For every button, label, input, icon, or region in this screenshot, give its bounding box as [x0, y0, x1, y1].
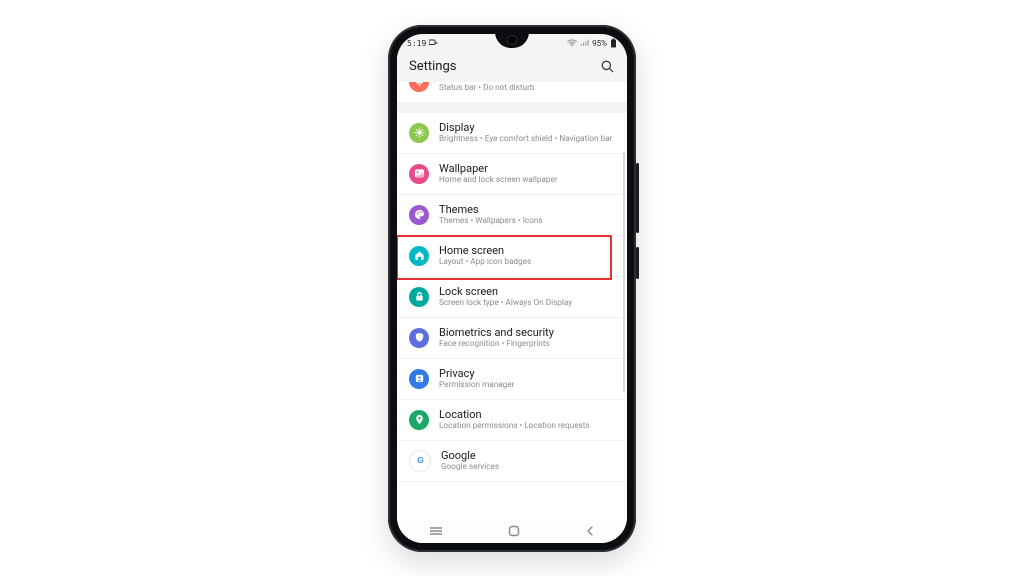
row-subtitle: Brightness • Eye comfort shield • Naviga… — [439, 135, 612, 145]
status-time: 5:19 — [407, 39, 426, 48]
canvas: 5:19 95% — [0, 0, 1024, 576]
settings-row-google[interactable]: GoogleGoogle services — [397, 441, 627, 482]
row-subtitle: Home and lock screen wallpaper — [439, 176, 558, 186]
tab-indicator-icon — [429, 39, 438, 49]
settings-row-privacy[interactable]: PrivacyPermission manager — [397, 359, 627, 400]
wallpaper-icon — [409, 164, 429, 184]
row-title: Wallpaper — [439, 162, 558, 175]
battery-icon — [610, 38, 617, 50]
nav-recent-button[interactable] — [429, 526, 443, 536]
settings-row-lock-screen[interactable]: Lock screenScreen lock type • Always On … — [397, 277, 627, 318]
battery-pct: 95% — [592, 39, 607, 48]
row-title: Display — [439, 121, 612, 134]
page-title: Settings — [409, 59, 456, 74]
scrollbar[interactable] — [623, 152, 625, 392]
settings-row-display[interactable]: DisplayBrightness • Eye comfort shield •… — [397, 113, 627, 154]
row-subtitle: Screen lock type • Always On Display — [439, 299, 572, 309]
row-title: Location — [439, 408, 590, 421]
row-subtitle: Google services — [441, 463, 499, 473]
row-title: Google — [441, 449, 499, 462]
row-title: Privacy — [439, 367, 514, 380]
display-icon — [409, 123, 429, 143]
home-screen-icon — [409, 246, 429, 266]
nav-home-button[interactable] — [508, 525, 520, 537]
settings-row-themes[interactable]: ThemesThemes • Wallpapers • Icons — [397, 195, 627, 236]
row-subtitle: Permission manager — [439, 381, 514, 391]
row-title: Biometrics and security — [439, 326, 554, 339]
power-button — [636, 247, 639, 279]
settings-row-wallpaper[interactable]: WallpaperHome and lock screen wallpaper — [397, 154, 627, 195]
wifi-icon — [567, 39, 577, 49]
status-bar: 5:19 95% — [397, 34, 627, 53]
settings-row-home-screen[interactable]: Home screenLayout • App icon badges — [397, 236, 627, 277]
search-button[interactable] — [600, 59, 615, 74]
row-title: Themes — [439, 203, 543, 216]
signal-icon — [580, 39, 589, 49]
settings-row-notifications[interactable]: NotificationsStatus bar • Do not disturb — [397, 82, 627, 103]
section-divider — [397, 103, 627, 113]
app-header: Settings — [397, 52, 627, 82]
row-title: Notifications — [439, 82, 534, 83]
notifications-icon — [409, 82, 429, 92]
row-title: Home screen — [439, 244, 531, 257]
row-subtitle: Themes • Wallpapers • Icons — [439, 217, 543, 227]
phone-screen: 5:19 95% — [397, 34, 627, 543]
row-title: Lock screen — [439, 285, 572, 298]
row-subtitle: Location permissions • Location requests — [439, 422, 590, 432]
nav-back-button[interactable] — [585, 525, 595, 537]
biometrics-icon — [409, 328, 429, 348]
privacy-icon — [409, 369, 429, 389]
lock-screen-icon — [409, 287, 429, 307]
row-subtitle: Face recognition • Fingerprints — [439, 340, 554, 350]
location-icon — [409, 410, 429, 430]
settings-row-biometrics[interactable]: Biometrics and securityFace recognition … — [397, 318, 627, 359]
phone-frame: 5:19 95% — [388, 25, 636, 552]
settings-list[interactable]: NotificationsStatus bar • Do not disturb… — [397, 82, 627, 519]
google-icon — [409, 450, 431, 472]
row-subtitle: Status bar • Do not disturb — [439, 84, 534, 94]
row-subtitle: Layout • App icon badges — [439, 258, 531, 268]
android-nav-bar — [397, 519, 627, 543]
settings-row-location[interactable]: LocationLocation permissions • Location … — [397, 400, 627, 441]
themes-icon — [409, 205, 429, 225]
volume-button — [636, 163, 639, 233]
